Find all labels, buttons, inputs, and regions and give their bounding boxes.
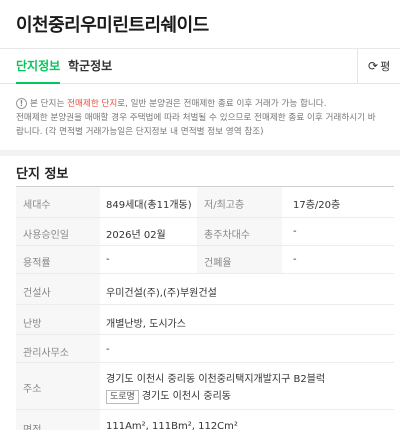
- section-divider: [0, 150, 400, 156]
- notice-line-1: 본 단지는 전매제한 단지로, 일반 분양권은 전매제한 종료 이후 거래가 가…: [30, 97, 326, 111]
- notice-text: 로, 일반 분양권은 전매제한 종료 이후 거래가 가능 합니다.: [117, 99, 327, 109]
- tab-bar: 단지정보 학군정보 ⟳ 평: [0, 48, 400, 84]
- parking-value: -: [293, 226, 297, 237]
- households-label: 세대수: [16, 187, 100, 217]
- management-office-value: -: [106, 344, 110, 355]
- approval-date-value: 2026년 02월: [106, 230, 166, 241]
- heating-value: 개별난방, 도시가스: [106, 319, 186, 330]
- address-lot-value: 경기도 이천시 중리동 이천중리택지개발지구 B2블럭: [106, 374, 326, 385]
- address-road-row: 도로명 경기도 이천시 중리동: [106, 387, 231, 404]
- refresh-icon: ⟳: [368, 59, 379, 73]
- builder-value: 우미건설(주),(주)부원건설: [106, 288, 217, 299]
- floors-value: 17층/20층: [293, 200, 341, 211]
- table-row: 주소 경기도 이천시 중리동 이천중리택지개발지구 B2블럭 도로명 경기도 이천…: [16, 363, 394, 410]
- tab-complex-info[interactable]: 단지정보: [16, 49, 61, 84]
- notice-line-2: 전매제한 분양권을 매매할 경우 주택법에 따라 처벌될 수 있으므로 전매제한…: [16, 113, 376, 123]
- address-label: 주소: [16, 363, 100, 409]
- table-row: 난방 개별난방, 도시가스: [16, 305, 394, 335]
- unit-toggle-label: 평: [380, 60, 391, 73]
- heating-label: 난방: [16, 305, 100, 334]
- section-title: 단지 정보: [16, 167, 69, 182]
- tab-school-info[interactable]: 학군정보: [68, 49, 112, 84]
- builder-label: 건설사: [16, 274, 100, 304]
- table-row: 관리사무소 -: [16, 335, 394, 363]
- table-row: 건설사 우미건설(주),(주)부원건설: [16, 274, 394, 305]
- approval-date-label: 사용승인일: [16, 218, 100, 245]
- road-name-tag: 도로명: [106, 390, 139, 404]
- notice-text: 본 단지는: [30, 99, 68, 109]
- title-bar: 이천중리우미린트리쉐이드: [0, 0, 400, 48]
- page-title: 이천중리우미린트리쉐이드: [16, 15, 209, 36]
- parking-label: 총주차대수: [197, 218, 282, 245]
- building-coverage-value: -: [293, 254, 297, 265]
- table-row: 사용승인일 2026년 02월 총주차대수 -: [16, 218, 394, 246]
- notice-line-3: 랍니다. (각 면적별 거래가능일은 단지정보 내 면적별 정보 영역 참조): [16, 127, 264, 137]
- tab-divider: [357, 49, 358, 84]
- area-label: 면적: [16, 410, 100, 430]
- table-row: 면적 111Am², 111Bm², 112Cm²: [16, 410, 394, 430]
- area-value: 111Am², 111Bm², 112Cm²: [106, 421, 238, 430]
- floors-label: 저/최고층: [197, 187, 282, 217]
- address-road-value: 경기도 이천시 중리동: [141, 391, 232, 402]
- management-office-label: 관리사무소: [16, 335, 100, 362]
- notice-highlight: 전매제한 단지: [67, 99, 118, 109]
- floor-area-ratio-label: 용적률: [16, 246, 100, 273]
- table-row: 용적률 - 건폐율 -: [16, 246, 394, 274]
- complex-info-table: 세대수 849세대(총11개동) 저/최고층 17층/20층 사용승인일 202…: [16, 186, 394, 430]
- floor-area-ratio-value: -: [106, 254, 110, 265]
- households-value: 849세대(총11개동): [106, 200, 192, 211]
- info-icon: !: [16, 98, 27, 109]
- table-row: 세대수 849세대(총11개동) 저/최고층 17층/20층: [16, 187, 394, 218]
- building-coverage-label: 건폐율: [197, 246, 282, 273]
- unit-toggle-button[interactable]: ⟳ 평: [368, 49, 390, 84]
